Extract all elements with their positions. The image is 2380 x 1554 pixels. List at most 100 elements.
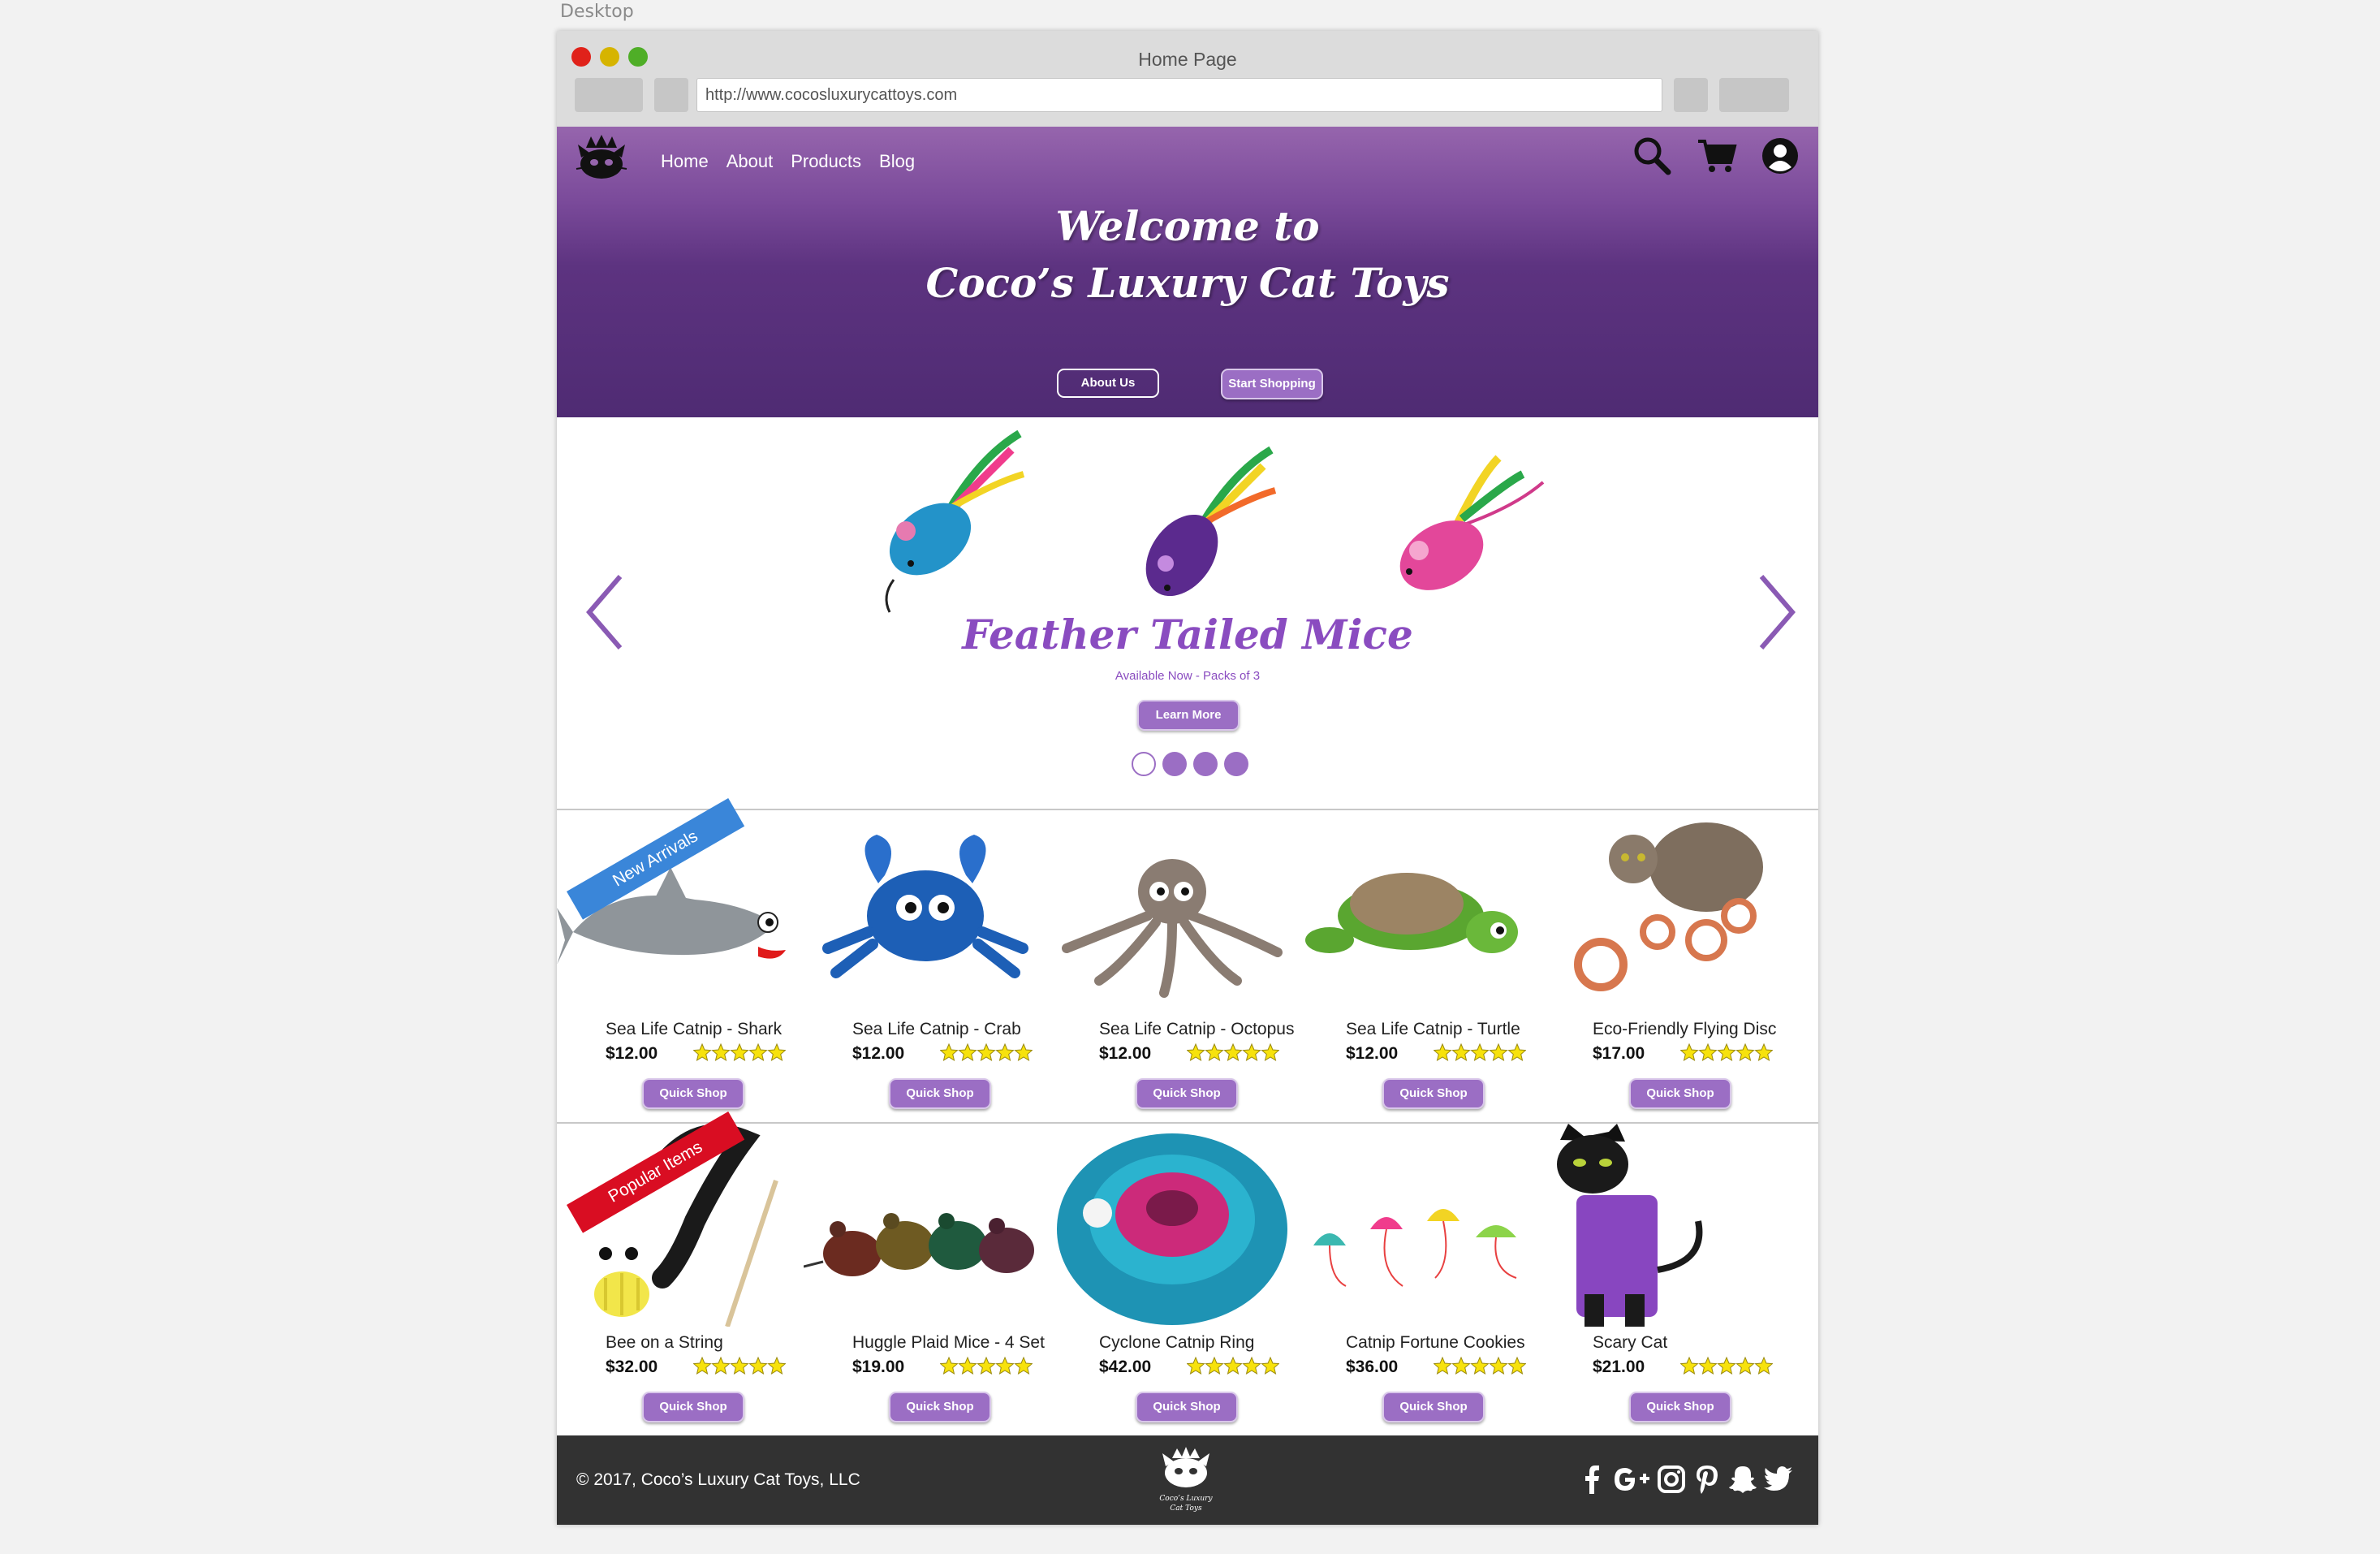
- rating-star: [767, 1356, 786, 1375]
- quick-shop-button[interactable]: Quick Shop: [642, 1078, 744, 1109]
- pinterest-icon[interactable]: [1692, 1463, 1722, 1496]
- rating-star: [767, 1042, 786, 1061]
- product-card[interactable]: Huggle Plaid Mice - 4 Set $19.00 Quick S…: [804, 1124, 1050, 1435]
- rating-star: [1698, 1356, 1718, 1375]
- product-name[interactable]: Huggle Plaid Mice - 4 Set: [852, 1333, 1045, 1353]
- quick-shop-button[interactable]: Quick Shop: [1629, 1392, 1731, 1422]
- rating-stars-icon: [940, 1356, 1033, 1375]
- rating-stars-icon: [1187, 1356, 1279, 1375]
- site-footer: © 2017, Coco’s Luxury Cat Toys, LLC Coco…: [557, 1435, 1818, 1525]
- product-price: $12.00: [606, 1044, 658, 1063]
- product-image-cyclone-ring[interactable]: [1050, 1124, 1297, 1327]
- google-plus-icon[interactable]: [1612, 1463, 1651, 1496]
- product-image-fortune-cookies[interactable]: [1297, 1124, 1544, 1327]
- product-image-plaid-mice[interactable]: [804, 1124, 1050, 1327]
- product-card[interactable]: Sea Life Catnip - Octopus $12.00 Quick S…: [1050, 810, 1297, 1122]
- product-card[interactable]: Sea Life Catnip - Turtle $12.00 Quick Sh…: [1297, 810, 1544, 1122]
- rating-star: [1451, 1356, 1471, 1375]
- svg-text:Coco’s Luxury: Coco’s Luxury: [1159, 1495, 1213, 1503]
- rating-star: [748, 1042, 768, 1061]
- account-icon[interactable]: [1760, 135, 1800, 177]
- rating-star: [1717, 1356, 1736, 1375]
- product-image-scary-cat[interactable]: [1544, 1124, 1791, 1327]
- facebook-icon[interactable]: [1576, 1463, 1607, 1496]
- quick-shop-button[interactable]: Quick Shop: [1382, 1078, 1485, 1109]
- rating-star: [1507, 1042, 1526, 1061]
- product-name[interactable]: Eco-Friendly Flying Disc: [1593, 1020, 1776, 1039]
- snapchat-icon[interactable]: [1727, 1463, 1758, 1496]
- cart-icon[interactable]: [1697, 135, 1737, 177]
- footer-logo-icon[interactable]: Coco’s Luxury Cat Toys: [1149, 1445, 1222, 1517]
- quick-shop-button[interactable]: Quick Shop: [1136, 1078, 1238, 1109]
- purple-mouse-image: [1145, 446, 1277, 597]
- nav-about[interactable]: About: [727, 151, 774, 172]
- svg-text:Cat Toys: Cat Toys: [1170, 1504, 1202, 1513]
- product-card[interactable]: Scary Cat $21.00 Quick Shop: [1544, 1124, 1791, 1435]
- product-image-octopus[interactable]: [1050, 810, 1297, 1013]
- product-name[interactable]: Scary Cat: [1593, 1333, 1667, 1353]
- product-price: $12.00: [1346, 1044, 1399, 1063]
- product-name[interactable]: Bee on a String: [606, 1333, 723, 1353]
- nav-blog[interactable]: Blog: [879, 151, 915, 172]
- search-icon[interactable]: [1632, 135, 1672, 177]
- product-image-crab[interactable]: [804, 810, 1050, 1013]
- carousel-dot-2[interactable]: [1162, 752, 1187, 776]
- rating-star: [1717, 1042, 1736, 1061]
- quick-shop-button[interactable]: Quick Shop: [1382, 1392, 1485, 1422]
- product-card[interactable]: Sea Life Catnip - Crab $12.00 Quick Shop: [804, 810, 1050, 1122]
- quick-shop-button[interactable]: Quick Shop: [889, 1392, 991, 1422]
- rating-star: [1735, 1356, 1755, 1375]
- carousel-dot-4[interactable]: [1224, 752, 1248, 776]
- rating-star: [940, 1356, 959, 1375]
- product-image-flying-disc[interactable]: [1544, 810, 1791, 1013]
- rating-star: [1470, 1042, 1490, 1061]
- forward-button[interactable]: [654, 78, 688, 112]
- twitter-icon[interactable]: [1763, 1463, 1794, 1496]
- rating-star: [995, 1042, 1015, 1061]
- rating-star: [1187, 1042, 1205, 1061]
- quick-shop-button[interactable]: Quick Shop: [1629, 1078, 1731, 1109]
- address-bar[interactable]: http://www.cocosluxurycattoys.com: [696, 78, 1662, 112]
- artboard-label: Desktop: [560, 2, 634, 22]
- product-name[interactable]: Sea Life Catnip - Shark: [606, 1020, 782, 1039]
- copyright-text: © 2017, Coco’s Luxury Cat Toys, LLC: [576, 1470, 860, 1490]
- product-name[interactable]: Sea Life Catnip - Crab: [852, 1020, 1021, 1039]
- instagram-icon[interactable]: [1656, 1463, 1687, 1496]
- nav-products[interactable]: Products: [791, 151, 861, 172]
- product-card[interactable]: Catnip Fortune Cookies $36.00 Quick Shop: [1297, 1124, 1544, 1435]
- product-name[interactable]: Sea Life Catnip - Octopus: [1099, 1020, 1294, 1039]
- rating-star: [1223, 1042, 1243, 1061]
- rating-star: [1205, 1356, 1224, 1375]
- product-name[interactable]: Catnip Fortune Cookies: [1346, 1333, 1525, 1353]
- product-card[interactable]: Popular Items Bee on a String $32.00 Qui…: [557, 1112, 804, 1435]
- product-card[interactable]: Eco-Friendly Flying Disc $17.00 Quick Sh…: [1544, 810, 1791, 1122]
- carousel-dot-1[interactable]: [1132, 752, 1156, 776]
- hero-header: Home About Products Blog Welcome to Coco…: [557, 127, 1818, 417]
- product-price: $32.00: [606, 1358, 658, 1376]
- rating-star: [693, 1042, 712, 1061]
- cat-logo-icon[interactable]: [575, 133, 628, 182]
- product-name[interactable]: Sea Life Catnip - Turtle: [1346, 1020, 1520, 1039]
- rating-star: [1242, 1042, 1261, 1061]
- about-us-button[interactable]: About Us: [1057, 369, 1159, 398]
- quick-shop-button[interactable]: Quick Shop: [642, 1392, 744, 1422]
- product-card[interactable]: New Arrivals Sea Life Catnip - Shark $12…: [557, 798, 804, 1122]
- quick-shop-button[interactable]: Quick Shop: [889, 1078, 991, 1109]
- toolbar-menu-button[interactable]: [1719, 78, 1789, 112]
- start-shopping-button[interactable]: Start Shopping: [1221, 369, 1323, 399]
- learn-more-button[interactable]: Learn More: [1137, 700, 1240, 731]
- product-image-turtle[interactable]: [1297, 810, 1544, 1013]
- toolbar-button[interactable]: [1674, 78, 1708, 112]
- pink-mouse-image: [1399, 455, 1545, 590]
- rating-star: [711, 1042, 731, 1061]
- nav-home[interactable]: Home: [661, 151, 709, 172]
- product-price: $19.00: [852, 1358, 905, 1376]
- rating-star: [693, 1356, 712, 1375]
- rating-star: [1680, 1356, 1699, 1375]
- back-button[interactable]: [575, 78, 643, 112]
- product-card[interactable]: Cyclone Catnip Ring $42.00 Quick Shop: [1050, 1124, 1297, 1435]
- quick-shop-button[interactable]: Quick Shop: [1136, 1392, 1238, 1422]
- product-name[interactable]: Cyclone Catnip Ring: [1099, 1333, 1254, 1353]
- carousel-dot-3[interactable]: [1193, 752, 1218, 776]
- carousel-pagination: [1132, 752, 1248, 776]
